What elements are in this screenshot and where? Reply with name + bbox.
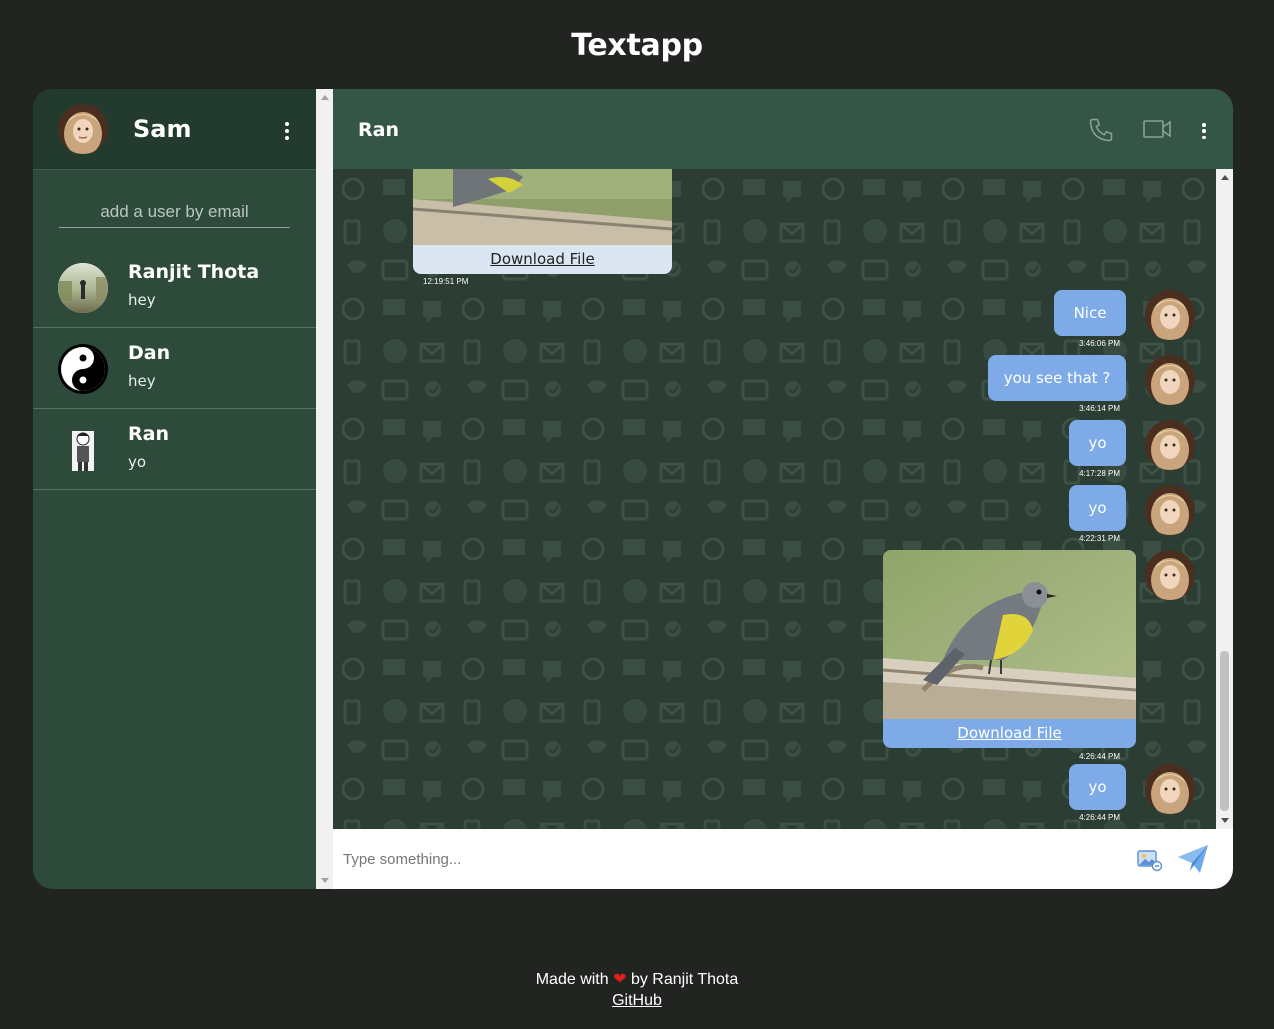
received-file-message: Download File: [413, 169, 672, 274]
bird-image: [883, 550, 1136, 719]
message-timestamp: 3:46:14 PM: [1079, 404, 1120, 413]
footer-made-with: Made with: [535, 971, 609, 988]
message-composer: [333, 829, 1233, 889]
contact-avatar: [58, 344, 108, 394]
add-user-input[interactable]: [59, 197, 290, 228]
contact-name: Ran: [358, 119, 399, 141]
message-input[interactable]: [343, 846, 1103, 872]
message-timestamp: 4:26:44 PM: [1079, 752, 1120, 761]
chat-list: Ranjit Thota hey Dan hey Ran yo: [33, 247, 316, 490]
message-timestamp: 4:26:44 PM: [1079, 813, 1120, 822]
chat-item-ran[interactable]: Ran yo: [33, 409, 316, 490]
sender-avatar: [1145, 355, 1195, 405]
scroll-down-arrow-icon[interactable]: [321, 878, 329, 883]
footer-author: by Ranjit Thota: [630, 971, 739, 988]
scrollbar-thumb[interactable]: [1220, 651, 1229, 811]
contact-name: Dan: [128, 342, 171, 364]
message-timestamp: 3:46:06 PM: [1079, 339, 1120, 348]
scroll-up-arrow-icon[interactable]: [321, 95, 329, 100]
chat-header: Ran: [333, 89, 1233, 169]
sender-avatar: [1145, 764, 1195, 814]
video-icon[interactable]: [1143, 118, 1171, 140]
sidebar-scrollbar[interactable]: [316, 89, 333, 889]
chat-item-ranjit-thota[interactable]: Ranjit Thota hey: [33, 247, 316, 328]
scroll-up-arrow-icon[interactable]: [1221, 175, 1229, 180]
sender-avatar: [1145, 290, 1195, 340]
send-icon[interactable]: [1176, 843, 1210, 875]
user-name: Sam: [133, 115, 192, 143]
bird-image: [413, 169, 672, 245]
attach-image-icon[interactable]: [1136, 848, 1164, 872]
sender-avatar: [1145, 420, 1195, 470]
messages-scrollbar[interactable]: [1216, 169, 1233, 829]
download-file-link[interactable]: Download File: [883, 719, 1136, 748]
yin-yang-icon: [61, 347, 105, 391]
sidebar: Sam Ranjit Thot: [33, 89, 333, 889]
app-title: Textapp: [571, 28, 703, 63]
last-message: yo: [128, 453, 147, 471]
last-message: hey: [128, 291, 156, 309]
sender-avatar: [1145, 485, 1195, 535]
phone-icon[interactable]: [1087, 116, 1115, 144]
contact-name: Ran: [128, 423, 169, 445]
scroll-down-arrow-icon[interactable]: [1221, 818, 1229, 823]
sent-message: Nice: [1054, 290, 1126, 336]
message-list[interactable]: Download File 12:19:51 PM Nice 3:46:06 P…: [333, 169, 1216, 829]
download-file-link[interactable]: Download File: [413, 245, 672, 274]
contact-avatar: [58, 425, 108, 475]
sent-message: yo: [1069, 764, 1126, 810]
sent-message: yo: [1069, 420, 1126, 466]
github-link[interactable]: GitHub: [612, 992, 662, 1009]
message-timestamp: 4:22:31 PM: [1079, 534, 1120, 543]
message-timestamp: 4:17:28 PM: [1079, 469, 1120, 478]
app-window: Sam Ranjit Thot: [33, 89, 1233, 889]
user-avatar[interactable]: [58, 104, 108, 154]
sidebar-menu-icon[interactable]: [285, 122, 289, 140]
chat-menu-icon[interactable]: [1202, 123, 1206, 139]
last-message: hey: [128, 372, 156, 390]
heart-icon: ❤: [613, 971, 627, 988]
sidebar-header: Sam: [33, 89, 316, 170]
sent-message: you see that ?: [988, 355, 1126, 401]
message-timestamp: 12:19:51 PM: [423, 277, 469, 286]
contact-name: Ranjit Thota: [128, 261, 260, 283]
sender-avatar: [1145, 550, 1195, 600]
sent-message: yo: [1069, 485, 1126, 531]
sent-file-message: Download File: [883, 550, 1136, 748]
chat-panel: Ran Download File 12:19:51 PM Nice 3:46:…: [333, 89, 1233, 889]
chat-item-dan[interactable]: Dan hey: [33, 328, 316, 409]
contact-avatar: [58, 263, 108, 313]
footer: Made with ❤ by Ranjit Thota GitHub: [0, 969, 1274, 1011]
